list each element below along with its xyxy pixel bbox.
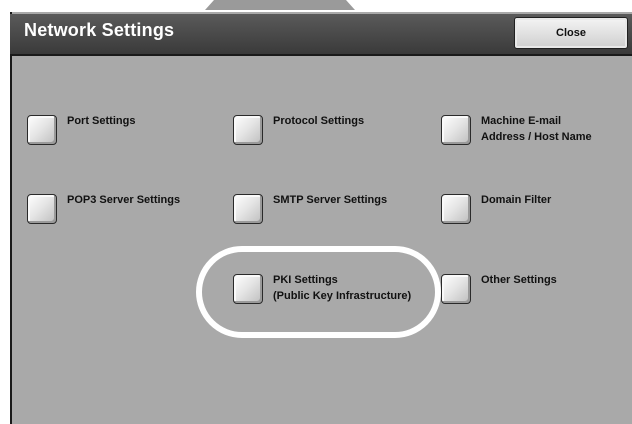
port-settings-checkbox[interactable] [27,115,57,145]
pop3-server-settings-button[interactable]: POP3 Server Settings [27,192,180,224]
header-bar: Network Settings Close [10,14,632,56]
pki-settings-checkbox[interactable] [233,274,263,304]
other-settings-button[interactable]: Other Settings [441,272,557,304]
other-settings-checkbox[interactable] [441,274,471,304]
pki-settings-label: PKI Settings (Public Key Infrastructure) [273,274,412,302]
protocol-settings-checkbox[interactable] [233,115,263,145]
close-button[interactable]: Close [514,17,628,49]
port-settings-label: Port Settings [67,115,136,127]
smtp-server-checkbox[interactable] [233,194,263,224]
pop3-server-label: POP3 Server Settings [67,194,181,206]
other-settings-label: Other Settings [481,274,557,286]
machine-email-button[interactable]: Machine E-mail Address / Host Name [441,113,592,145]
domain-filter-button[interactable]: Domain Filter [441,192,551,224]
domain-filter-checkbox[interactable] [441,194,471,224]
top-strip [0,0,632,12]
protocol-settings-button[interactable]: Protocol Settings [233,113,364,145]
smtp-server-label: SMTP Server Settings [273,194,388,206]
page-title: Network Settings [24,20,175,40]
top-tab-edge [205,0,355,10]
protocol-settings-label: Protocol Settings [273,115,365,127]
pki-settings-button[interactable]: PKI Settings (Public Key Infrastructure) [233,272,411,304]
machine-email-label: Machine E-mail Address / Host Name [481,115,592,143]
pop3-server-checkbox[interactable] [27,194,57,224]
port-settings-button[interactable]: Port Settings [27,113,135,145]
machine-email-checkbox[interactable] [441,115,471,145]
smtp-server-settings-button[interactable]: SMTP Server Settings [233,192,387,224]
domain-filter-label: Domain Filter [481,194,552,206]
